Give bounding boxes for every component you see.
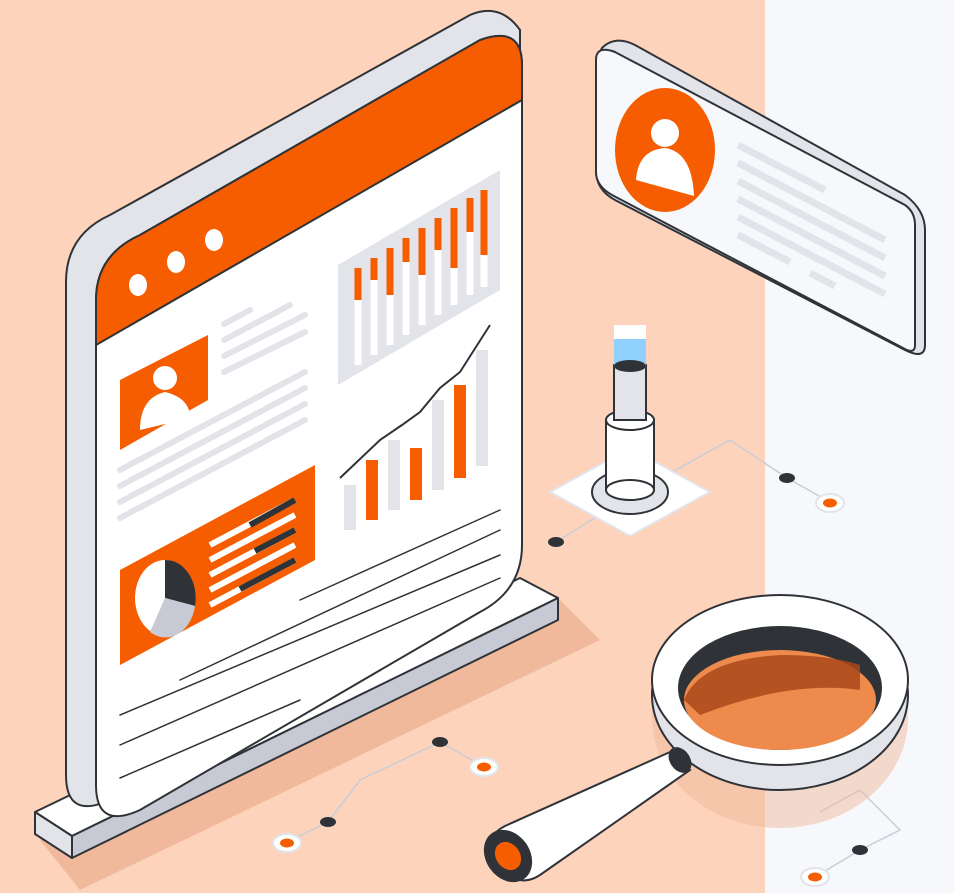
analytics-illustration	[0, 0, 954, 893]
illustration-stage	[0, 0, 954, 893]
